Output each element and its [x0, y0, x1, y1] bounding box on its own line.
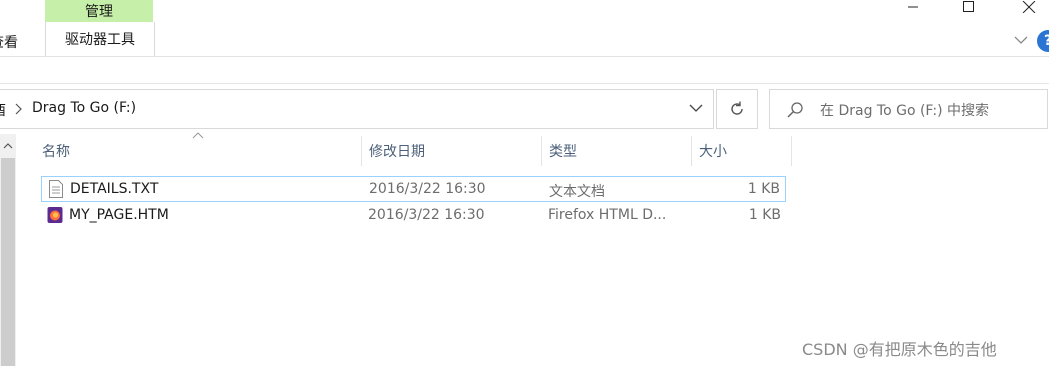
file-modified: 2016/3/22 16:30 [369, 181, 486, 197]
ribbon-expand-button[interactable] [1013, 32, 1029, 48]
scroll-up-button[interactable] [0, 134, 16, 158]
column-header-name[interactable]: 名称 [42, 136, 360, 166]
breadcrumb-prev-segment[interactable]: 酉 [0, 100, 6, 120]
column-size-label: 大小 [699, 144, 727, 160]
file-size: 1 KB [748, 207, 781, 223]
refresh-button[interactable] [716, 89, 758, 129]
file-name: DETAILS.TXT [70, 181, 159, 197]
file-row[interactable]: MY_PAGE.HTM 2016/3/22 16:30 Firefox HTML… [41, 203, 786, 229]
column-header-size[interactable]: 大小 [699, 136, 789, 166]
minimize-icon [908, 6, 918, 8]
file-row[interactable]: DETAILS.TXT 2016/3/22 16:30 文本文档 1 KB [41, 176, 786, 202]
tab-manage-context[interactable]: 管理 [45, 0, 153, 22]
column-header-type[interactable]: 类型 [549, 136, 689, 166]
close-icon [1022, 1, 1036, 13]
column-header-modified[interactable]: 修改日期 [369, 136, 539, 166]
drive-tools-label: 驱动器工具 [65, 32, 135, 48]
column-divider[interactable] [541, 136, 542, 166]
view-label: 查看 [0, 35, 18, 51]
search-placeholder: 在 Drag To Go (F:) 中搜索 [820, 103, 990, 119]
ribbon-divider-bottom [0, 83, 1049, 84]
file-type: Firefox HTML D... [548, 207, 667, 223]
column-modified-label: 修改日期 [369, 144, 425, 160]
chevron-down-icon [689, 104, 703, 112]
scrollbar-thumb[interactable] [1, 158, 15, 366]
text-file-icon [49, 180, 63, 198]
firefox-html-icon [47, 207, 63, 223]
search-input[interactable]: 在 Drag To Go (F:) 中搜索 [769, 89, 1048, 129]
search-icon [787, 102, 803, 118]
file-type: 文本文档 [549, 184, 605, 200]
file-size: 1 KB [747, 181, 780, 197]
breadcrumb-chevron-icon[interactable] [14, 103, 24, 115]
file-modified: 2016/3/22 16:30 [368, 207, 485, 223]
chevron-up-icon [3, 143, 13, 149]
chevron-down-icon [1014, 36, 1028, 44]
column-divider[interactable] [791, 136, 792, 166]
address-history-dropdown[interactable] [680, 90, 712, 126]
column-divider[interactable] [361, 136, 362, 166]
close-button[interactable] [1006, 0, 1049, 14]
address-bar[interactable]: 酉 Drag To Go (F:) [0, 89, 714, 129]
maximize-button[interactable] [946, 0, 992, 14]
column-divider[interactable] [691, 136, 692, 166]
tab-view[interactable]: 查看 [0, 30, 30, 51]
column-type-label: 类型 [549, 144, 577, 160]
ribbon-collapsed-band [0, 57, 1049, 83]
minimize-button[interactable] [890, 0, 936, 14]
maximize-icon [963, 1, 974, 12]
watermark: CSDN @有把原木色的吉他 [802, 340, 997, 359]
breadcrumb-current[interactable]: Drag To Go (F:) [32, 100, 136, 116]
manage-label: 管理 [85, 4, 113, 20]
column-name-label: 名称 [42, 144, 70, 160]
refresh-icon [731, 101, 743, 115]
tab-drive-tools[interactable]: 驱动器工具 [45, 22, 155, 56]
file-name: MY_PAGE.HTM [69, 207, 169, 223]
